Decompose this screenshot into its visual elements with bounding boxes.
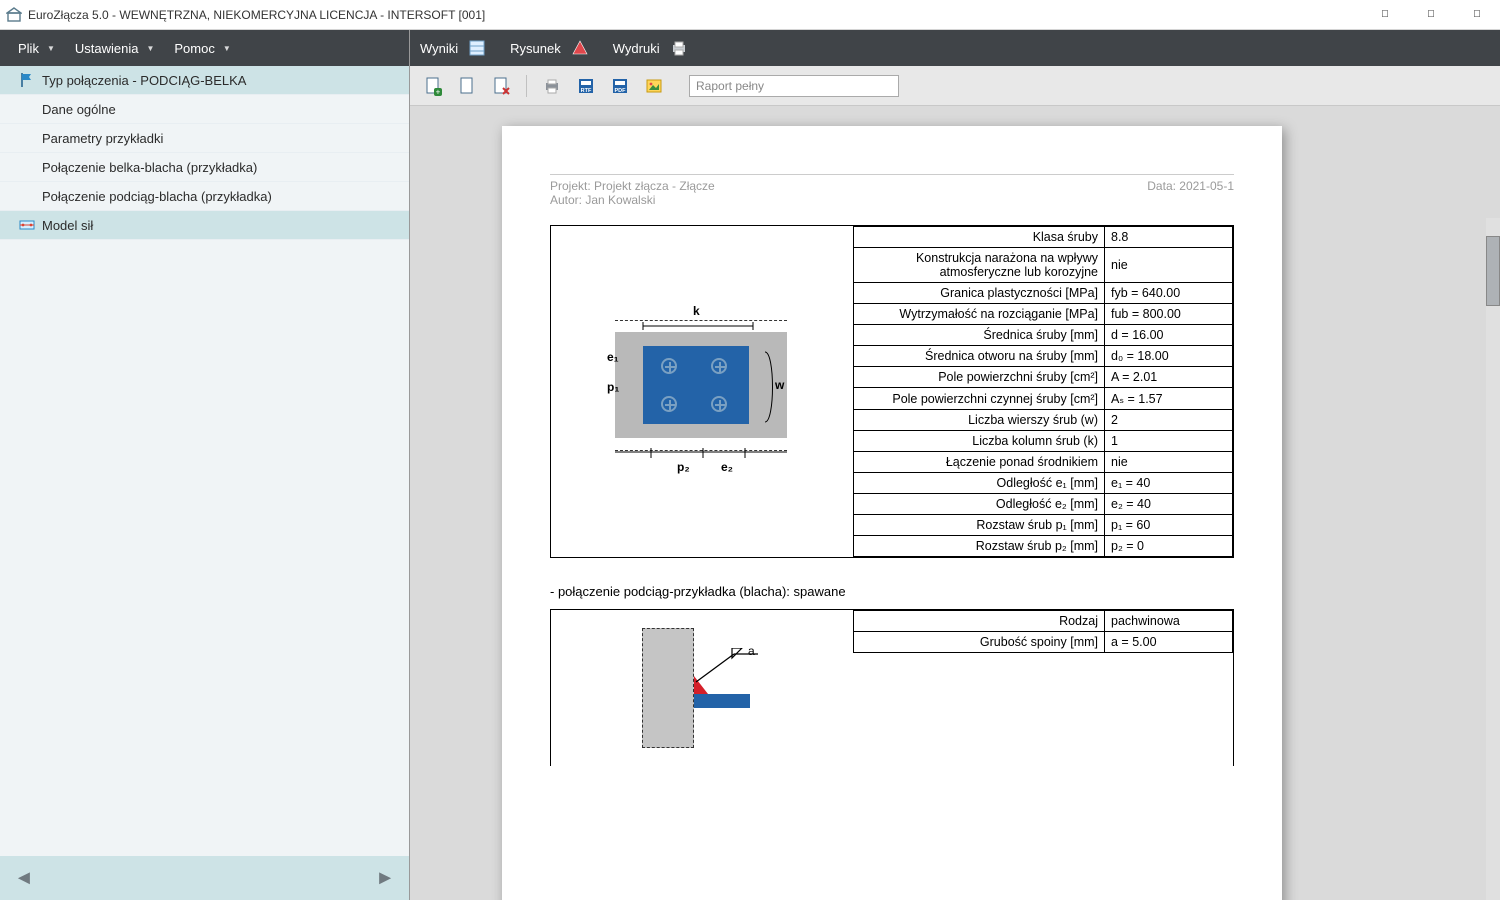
tab-rysunek[interactable]: Rysunek bbox=[510, 39, 589, 57]
close-button[interactable]:  bbox=[1454, 0, 1500, 30]
drawing-icon bbox=[571, 39, 589, 57]
model-icon bbox=[18, 216, 36, 234]
weld-diagram: a bbox=[602, 618, 802, 758]
print-icon bbox=[670, 39, 688, 57]
block-bolts: k w e₁ p₁ p₂ e₂ bbox=[550, 225, 1234, 558]
report-author: Autor: Jan Kowalski bbox=[550, 193, 715, 207]
section-2-title: - połączenie podciąg-przykładka (blacha)… bbox=[550, 584, 1234, 599]
table-row: Rodzajpachwinowa bbox=[854, 611, 1233, 632]
table-row: Rozstaw śrub p₁ [mm]p₁ = 60 bbox=[854, 515, 1233, 536]
toolbar-doc: + RTF PDF Raport pełny bbox=[410, 66, 1500, 106]
left-panel: Plik▼ Ustawienia▼ Pomoc▼ Typ połączenia … bbox=[0, 30, 410, 900]
report-project: Projekt: Projekt złącza - Złącze bbox=[550, 179, 715, 193]
scrollbar-thumb[interactable] bbox=[1486, 236, 1500, 306]
tab-wyniki[interactable]: Wyniki bbox=[420, 39, 486, 57]
table-row: Łączenie ponad środnikiemnie bbox=[854, 452, 1233, 473]
table-row: Odległość e₁ [mm]e₁ = 40 bbox=[854, 473, 1233, 494]
bolt-params-table: Klasa śruby8.8Konstrukcja narażona na wp… bbox=[853, 226, 1233, 557]
report-type-input[interactable]: Raport pełny bbox=[689, 75, 899, 97]
table-row: Wytrzymałość na rozciąganie [MPa]fub = 8… bbox=[854, 304, 1233, 325]
menu-plik[interactable]: Plik▼ bbox=[8, 30, 65, 66]
maximize-button[interactable]:  bbox=[1408, 0, 1454, 30]
page-area[interactable]: Projekt: Projekt złącza - Złącze Autor: … bbox=[410, 106, 1500, 900]
svg-text:PDF: PDF bbox=[615, 88, 627, 94]
tree-item-dane[interactable]: Dane ogólne bbox=[0, 95, 409, 124]
open-doc-button[interactable] bbox=[456, 75, 478, 97]
new-doc-button[interactable]: + bbox=[422, 75, 444, 97]
nav-tree: Typ połączenia - PODCIĄG-BELKA Dane ogól… bbox=[0, 66, 409, 856]
print-button[interactable] bbox=[541, 75, 563, 97]
table-row: Odległość e₂ [mm]e₂ = 40 bbox=[854, 494, 1233, 515]
titlebar: EuroZłącza 5.0 - WEWNĘTRZNA, NIEKOMERCYJ… bbox=[0, 0, 1500, 30]
report-page: Projekt: Projekt złącza - Złącze Autor: … bbox=[502, 126, 1282, 900]
scrollbar-track[interactable] bbox=[1486, 218, 1500, 900]
tree-item-parametry[interactable]: Parametry przykładki bbox=[0, 124, 409, 153]
table-row: Rozstaw śrub p₂ [mm]p₂ = 0 bbox=[854, 536, 1233, 557]
report-date: Data: 2021-05-1 bbox=[1147, 179, 1234, 207]
table-row: Liczba kolumn śrub (k)1 bbox=[854, 431, 1233, 452]
bolt-diagram: k w e₁ p₁ p₂ e₂ bbox=[587, 302, 817, 482]
svg-text:+: + bbox=[436, 87, 441, 96]
minimize-button[interactable]:  bbox=[1362, 0, 1408, 30]
menu-ustawienia[interactable]: Ustawienia▼ bbox=[65, 30, 165, 66]
nav-bottom: ◄ ► bbox=[0, 856, 409, 900]
weld-params-table: RodzajpachwinowaGrubość spoiny [mm]a = 5… bbox=[853, 610, 1233, 653]
table-row: Grubość spoiny [mm]a = 5.00 bbox=[854, 632, 1233, 653]
delete-doc-button[interactable] bbox=[490, 75, 512, 97]
window-title: EuroZłącza 5.0 - WEWNĘTRZNA, NIEKOMERCYJ… bbox=[28, 8, 485, 22]
save-rtf-button[interactable]: RTF bbox=[575, 75, 597, 97]
menubar: Plik▼ Ustawienia▼ Pomoc▼ bbox=[0, 30, 409, 66]
table-row: Średnica otworu na śruby [mm]d₀ = 18.00 bbox=[854, 346, 1233, 367]
save-pdf-button[interactable]: PDF bbox=[609, 75, 631, 97]
tree-item-model-sil[interactable]: Model sił bbox=[0, 211, 409, 240]
tree-item-polaczenie-podciag[interactable]: Połączenie podciąg-blacha (przykładka) bbox=[0, 182, 409, 211]
tab-wydruki[interactable]: Wydruki bbox=[613, 39, 688, 57]
nav-next-button[interactable]: ► bbox=[375, 867, 395, 890]
table-row: Konstrukcja narażona na wpływy atmosfery… bbox=[854, 248, 1233, 283]
table-row: Pole powierzchni śruby [cm²]A = 2.01 bbox=[854, 367, 1233, 388]
flag-icon bbox=[18, 71, 36, 89]
nav-prev-button[interactable]: ◄ bbox=[14, 867, 34, 890]
table-row: Pole powierzchni czynnej śruby [cm²]Aₛ =… bbox=[854, 388, 1233, 410]
tree-item-polaczenie-belka[interactable]: Połączenie belka-blacha (przykładka) bbox=[0, 153, 409, 182]
toolbar-top: Wyniki Rysunek Wydruki bbox=[410, 30, 1500, 66]
table-row: Liczba wierszy śrub (w)2 bbox=[854, 410, 1233, 431]
table-row: Granica plastyczności [MPa]fyb = 640.00 bbox=[854, 283, 1233, 304]
table-row: Klasa śruby8.8 bbox=[854, 227, 1233, 248]
right-panel: Wyniki Rysunek Wydruki + RTF PDF Raport … bbox=[410, 30, 1500, 900]
app-icon bbox=[6, 7, 22, 23]
image-button[interactable] bbox=[643, 75, 665, 97]
block-weld: a RodzajpachwinowaGrubość spoiny [mm]a =… bbox=[550, 609, 1234, 766]
svg-text:RTF: RTF bbox=[581, 88, 592, 94]
menu-pomoc[interactable]: Pomoc▼ bbox=[164, 30, 240, 66]
tree-header[interactable]: Typ połączenia - PODCIĄG-BELKA bbox=[0, 66, 409, 95]
results-icon bbox=[468, 39, 486, 57]
table-row: Średnica śruby [mm]d = 16.00 bbox=[854, 325, 1233, 346]
